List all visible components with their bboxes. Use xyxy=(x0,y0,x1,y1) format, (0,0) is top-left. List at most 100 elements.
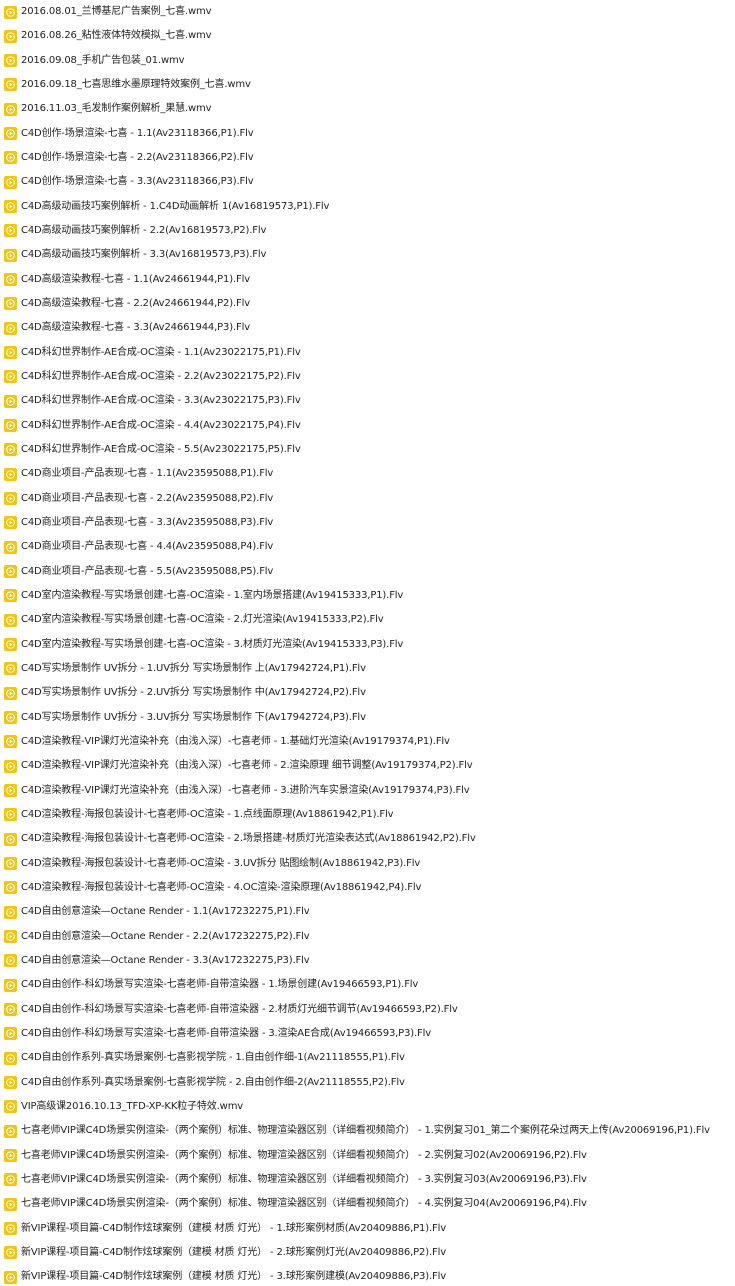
video-file-icon xyxy=(4,29,17,43)
file-name: C4D自由创作-科幻场景写实渲染-七喜老师-自带渲染器 - 1.场景创建(Av1… xyxy=(21,979,419,991)
file-row[interactable]: C4D高级渲染教程-七喜 - 3.3(Av24661944,P3).Flv xyxy=(4,319,735,337)
file-row[interactable]: C4D高级动画技巧案例解析 - 3.3(Av16819573,P3).Flv xyxy=(4,246,735,264)
play-icon xyxy=(6,713,15,722)
file-row[interactable]: C4D商业项目-产品表现-七喜 - 4.4(Av23595088,P4).Flv xyxy=(4,538,735,556)
video-file-icon xyxy=(4,759,17,773)
play-icon xyxy=(6,32,15,41)
video-file-icon xyxy=(4,297,17,311)
file-row[interactable]: 新VIP课程-项目篇-C4D制作炫球案例（建模 材质 灯光） - 3.球形案例建… xyxy=(4,1268,735,1286)
play-icon xyxy=(6,372,15,382)
file-row[interactable]: C4D室内渲染教程-写实场景创建-七喜-OC渲染 - 1.室内场景搭建(Av19… xyxy=(4,587,735,605)
file-row[interactable]: C4D渲染教程-海报包装设计-七喜老师-OC渲染 - 2.场景搭建-材质灯光渲染… xyxy=(4,830,735,848)
file-row[interactable]: C4D商业项目-产品表现-七喜 - 2.2(Av23595088,P2).Flv xyxy=(4,490,735,508)
play-icon xyxy=(6,105,15,114)
play-icon xyxy=(6,1029,15,1039)
file-row[interactable]: 七喜老师VIP课C4D场景实例渲染-（两个案例）标准、物理渲染器区别（详细看视频… xyxy=(4,1195,735,1213)
file-name: C4D商业项目-产品表现-七喜 - 5.5(Av23595088,P5).Flv xyxy=(21,565,274,577)
file-row[interactable]: 七喜老师VIP课C4D场景实例渲染-（两个案例）标准、物理渲染器区别（详细看视频… xyxy=(4,1171,735,1189)
file-row[interactable]: C4D科幻世界制作-AE合成-OC渲染 - 5.5(Av23022175,P5)… xyxy=(4,441,735,459)
file-row[interactable]: 新VIP课程-项目篇-C4D制作炫球案例（建模 材质 灯光） - 2.球形案例灯… xyxy=(4,1244,735,1262)
video-file-icon xyxy=(4,346,17,360)
video-file-icon xyxy=(4,1173,17,1187)
play-icon xyxy=(6,591,15,601)
file-row[interactable]: C4D室内渲染教程-写实场景创建-七喜-OC渲染 - 2.灯光渲染(Av1941… xyxy=(4,611,735,629)
file-name: VIP高级课2016.10.13_TFD-XP-KK粒子特效.wmv xyxy=(21,1100,244,1112)
file-name: C4D写实场景制作 UV拆分 - 3.UV拆分 写实场景制作 下(Av17942… xyxy=(21,711,366,723)
video-file-icon xyxy=(4,419,17,433)
file-row[interactable]: C4D创作-场景渲染-七喜 - 3.3(Av23118366,P3).Flv xyxy=(4,173,735,191)
file-row[interactable]: C4D高级渲染教程-七喜 - 1.1(Av24661944,P1).Flv xyxy=(4,271,735,289)
file-row[interactable]: C4D自由创作-科幻场景写实渲染-七喜老师-自带渲染器 - 2.材质灯光细节调节… xyxy=(4,1001,735,1019)
file-row[interactable]: C4D商业项目-产品表现-七喜 - 1.1(Av23595088,P1).Flv xyxy=(4,465,735,483)
file-row[interactable]: C4D自由创作系列-真实场景案例-七喜影视学院 - 1.自由创作细-1(Av21… xyxy=(4,1049,735,1067)
play-icon xyxy=(6,275,15,284)
file-row[interactable]: 2016.08.01_兰博基尼广告案例_七喜.wmv xyxy=(4,3,735,21)
video-file-icon xyxy=(4,78,17,92)
file-row[interactable]: C4D科幻世界制作-AE合成-OC渲染 - 1.1(Av23022175,P1)… xyxy=(4,344,735,362)
play-icon xyxy=(6,688,15,698)
play-icon xyxy=(6,1151,15,1160)
file-row[interactable]: 2016.09.18_七喜思维水墨原理特效案例_七喜.wmv xyxy=(4,76,735,94)
video-file-icon xyxy=(4,1197,17,1211)
file-row[interactable]: C4D自由创意渲染—Octane Render - 2.2(Av17232275… xyxy=(4,928,735,946)
file-row[interactable]: C4D渲染教程-VIP课灯光渲染补充（由浅入深）-七喜老师 - 2.渲染原理 细… xyxy=(4,757,735,775)
play-icon xyxy=(6,396,15,406)
file-name: 新VIP课程-项目篇-C4D制作炫球案例（建模 材质 灯光） - 2.球形案例灯… xyxy=(21,1246,447,1258)
file-row[interactable]: C4D自由创作-科幻场景写实渲染-七喜老师-自带渲染器 - 1.场景创建(Av1… xyxy=(4,976,735,994)
file-row[interactable]: VIP高级课2016.10.13_TFD-XP-KK粒子特效.wmv xyxy=(4,1098,735,1116)
file-row[interactable]: C4D渲染教程-VIP课灯光渲染补充（由浅入深）-七喜老师 - 3.进阶汽车实景… xyxy=(4,782,735,800)
play-icon xyxy=(6,1005,15,1014)
file-name: C4D高级渲染教程-七喜 - 2.2(Av24661944,P2).Flv xyxy=(21,297,251,309)
file-name: 七喜老师VIP课C4D场景实例渲染-（两个案例）标准、物理渲染器区别（详细看视频… xyxy=(21,1149,587,1161)
file-name: C4D渲染教程-VIP课灯光渲染补充（由浅入深）-七喜老师 - 2.渲染原理 细… xyxy=(21,760,473,772)
file-row[interactable]: C4D自由创作-科幻场景写实渲染-七喜老师-自带渲染器 - 3.渲染AE合成(A… xyxy=(4,1025,735,1043)
file-row[interactable]: C4D创作-场景渲染-七喜 - 1.1(Av23118366,P1).Flv xyxy=(4,125,735,143)
file-row[interactable]: C4D写实场景制作 UV拆分 - 1.UV拆分 写实场景制作 上(Av17942… xyxy=(4,660,735,678)
file-name: C4D科幻世界制作-AE合成-OC渲染 - 1.1(Av23022175,P1)… xyxy=(21,346,301,358)
file-row[interactable]: C4D自由创意渲染—Octane Render - 1.1(Av17232275… xyxy=(4,903,735,921)
video-file-icon xyxy=(4,151,17,165)
play-icon xyxy=(6,1102,15,1112)
file-row[interactable]: 2016.11.03_毛发制作案例解析_果慧.wmv xyxy=(4,100,735,118)
file-row[interactable]: C4D科幻世界制作-AE合成-OC渲染 - 4.4(Av23022175,P4)… xyxy=(4,417,735,435)
file-row[interactable]: C4D渲染教程-VIP课灯光渲染补充（由浅入深）-七喜老师 - 1.基础灯光渲染… xyxy=(4,733,735,751)
video-file-icon xyxy=(4,516,17,530)
file-name: 2016.09.18_七喜思维水墨原理特效案例_七喜.wmv xyxy=(21,78,251,90)
file-row[interactable]: C4D自由创意渲染—Octane Render - 3.3(Av17232275… xyxy=(4,952,735,970)
file-row[interactable]: C4D商业项目-产品表现-七喜 - 3.3(Av23595088,P3).Flv xyxy=(4,514,735,532)
file-row[interactable]: C4D高级渲染教程-七喜 - 2.2(Av24661944,P2).Flv xyxy=(4,295,735,313)
file-row[interactable]: C4D科幻世界制作-AE合成-OC渲染 - 3.3(Av23022175,P3)… xyxy=(4,392,735,410)
file-row[interactable]: 七喜老师VIP课C4D场景实例渲染-（两个案例）标准、物理渲染器区别（详细看视频… xyxy=(4,1122,735,1140)
video-file-icon xyxy=(4,662,17,676)
file-row[interactable]: 七喜老师VIP课C4D场景实例渲染-（两个案例）标准、物理渲染器区别（详细看视频… xyxy=(4,1147,735,1165)
file-row[interactable]: C4D渲染教程-海报包装设计-七喜老师-OC渲染 - 3.UV拆分 贴图绘制(A… xyxy=(4,855,735,873)
file-name: C4D高级动画技巧案例解析 - 1.C4D动画解析 1(Av16819573,P… xyxy=(21,200,330,212)
file-row[interactable]: 2016.08.26_粘性液体特效模拟_七喜.wmv xyxy=(4,27,735,45)
file-row[interactable]: C4D写实场景制作 UV拆分 - 3.UV拆分 写实场景制作 下(Av17942… xyxy=(4,709,735,727)
play-icon xyxy=(6,421,15,430)
file-row[interactable]: C4D科幻世界制作-AE合成-OC渲染 - 2.2(Av23022175,P2)… xyxy=(4,368,735,386)
video-file-icon xyxy=(4,394,17,408)
video-file-icon xyxy=(4,1003,17,1017)
file-row[interactable]: C4D渲染教程-海报包装设计-七喜老师-OC渲染 - 4.OC渲染-渲染原理(A… xyxy=(4,879,735,897)
video-file-icon xyxy=(4,638,17,652)
file-row[interactable]: C4D高级动画技巧案例解析 - 1.C4D动画解析 1(Av16819573,P… xyxy=(4,198,735,216)
file-name: C4D自由创作系列-真实场景案例-七喜影视学院 - 1.自由创作细-1(Av21… xyxy=(21,1052,405,1064)
file-row[interactable]: 2016.09.08_手机广告包装_01.wmv xyxy=(4,52,735,70)
play-icon xyxy=(6,956,15,966)
video-file-icon xyxy=(4,321,17,335)
video-file-icon xyxy=(4,978,17,992)
video-file-icon xyxy=(4,613,17,627)
file-row[interactable]: C4D高级动画技巧案例解析 - 2.2(Av16819573,P2).Flv xyxy=(4,222,735,240)
file-row[interactable]: C4D商业项目-产品表现-七喜 - 5.5(Av23595088,P5).Flv xyxy=(4,563,735,581)
file-row[interactable]: 新VIP课程-项目篇-C4D制作炫球案例（建模 材质 灯光） - 1.球形案例材… xyxy=(4,1220,735,1238)
video-file-icon xyxy=(4,492,17,506)
file-row[interactable]: C4D室内渲染教程-写实场景创建-七喜-OC渲染 - 3.材质灯光渲染(Av19… xyxy=(4,636,735,654)
file-row[interactable]: C4D写实场景制作 UV拆分 - 2.UV拆分 写实场景制作 中(Av17942… xyxy=(4,684,735,702)
file-row[interactable]: C4D渲染教程-海报包装设计-七喜老师-OC渲染 - 1.点线面原理(Av188… xyxy=(4,806,735,824)
file-row[interactable]: C4D自由创作系列-真实场景案例-七喜影视学院 - 2.自由创作细-2(Av21… xyxy=(4,1074,735,1092)
play-icon xyxy=(6,786,15,795)
file-row[interactable]: C4D创作-场景渲染-七喜 - 2.2(Av23118366,P2).Flv xyxy=(4,149,735,167)
video-file-icon xyxy=(4,273,17,287)
play-icon xyxy=(6,348,15,357)
